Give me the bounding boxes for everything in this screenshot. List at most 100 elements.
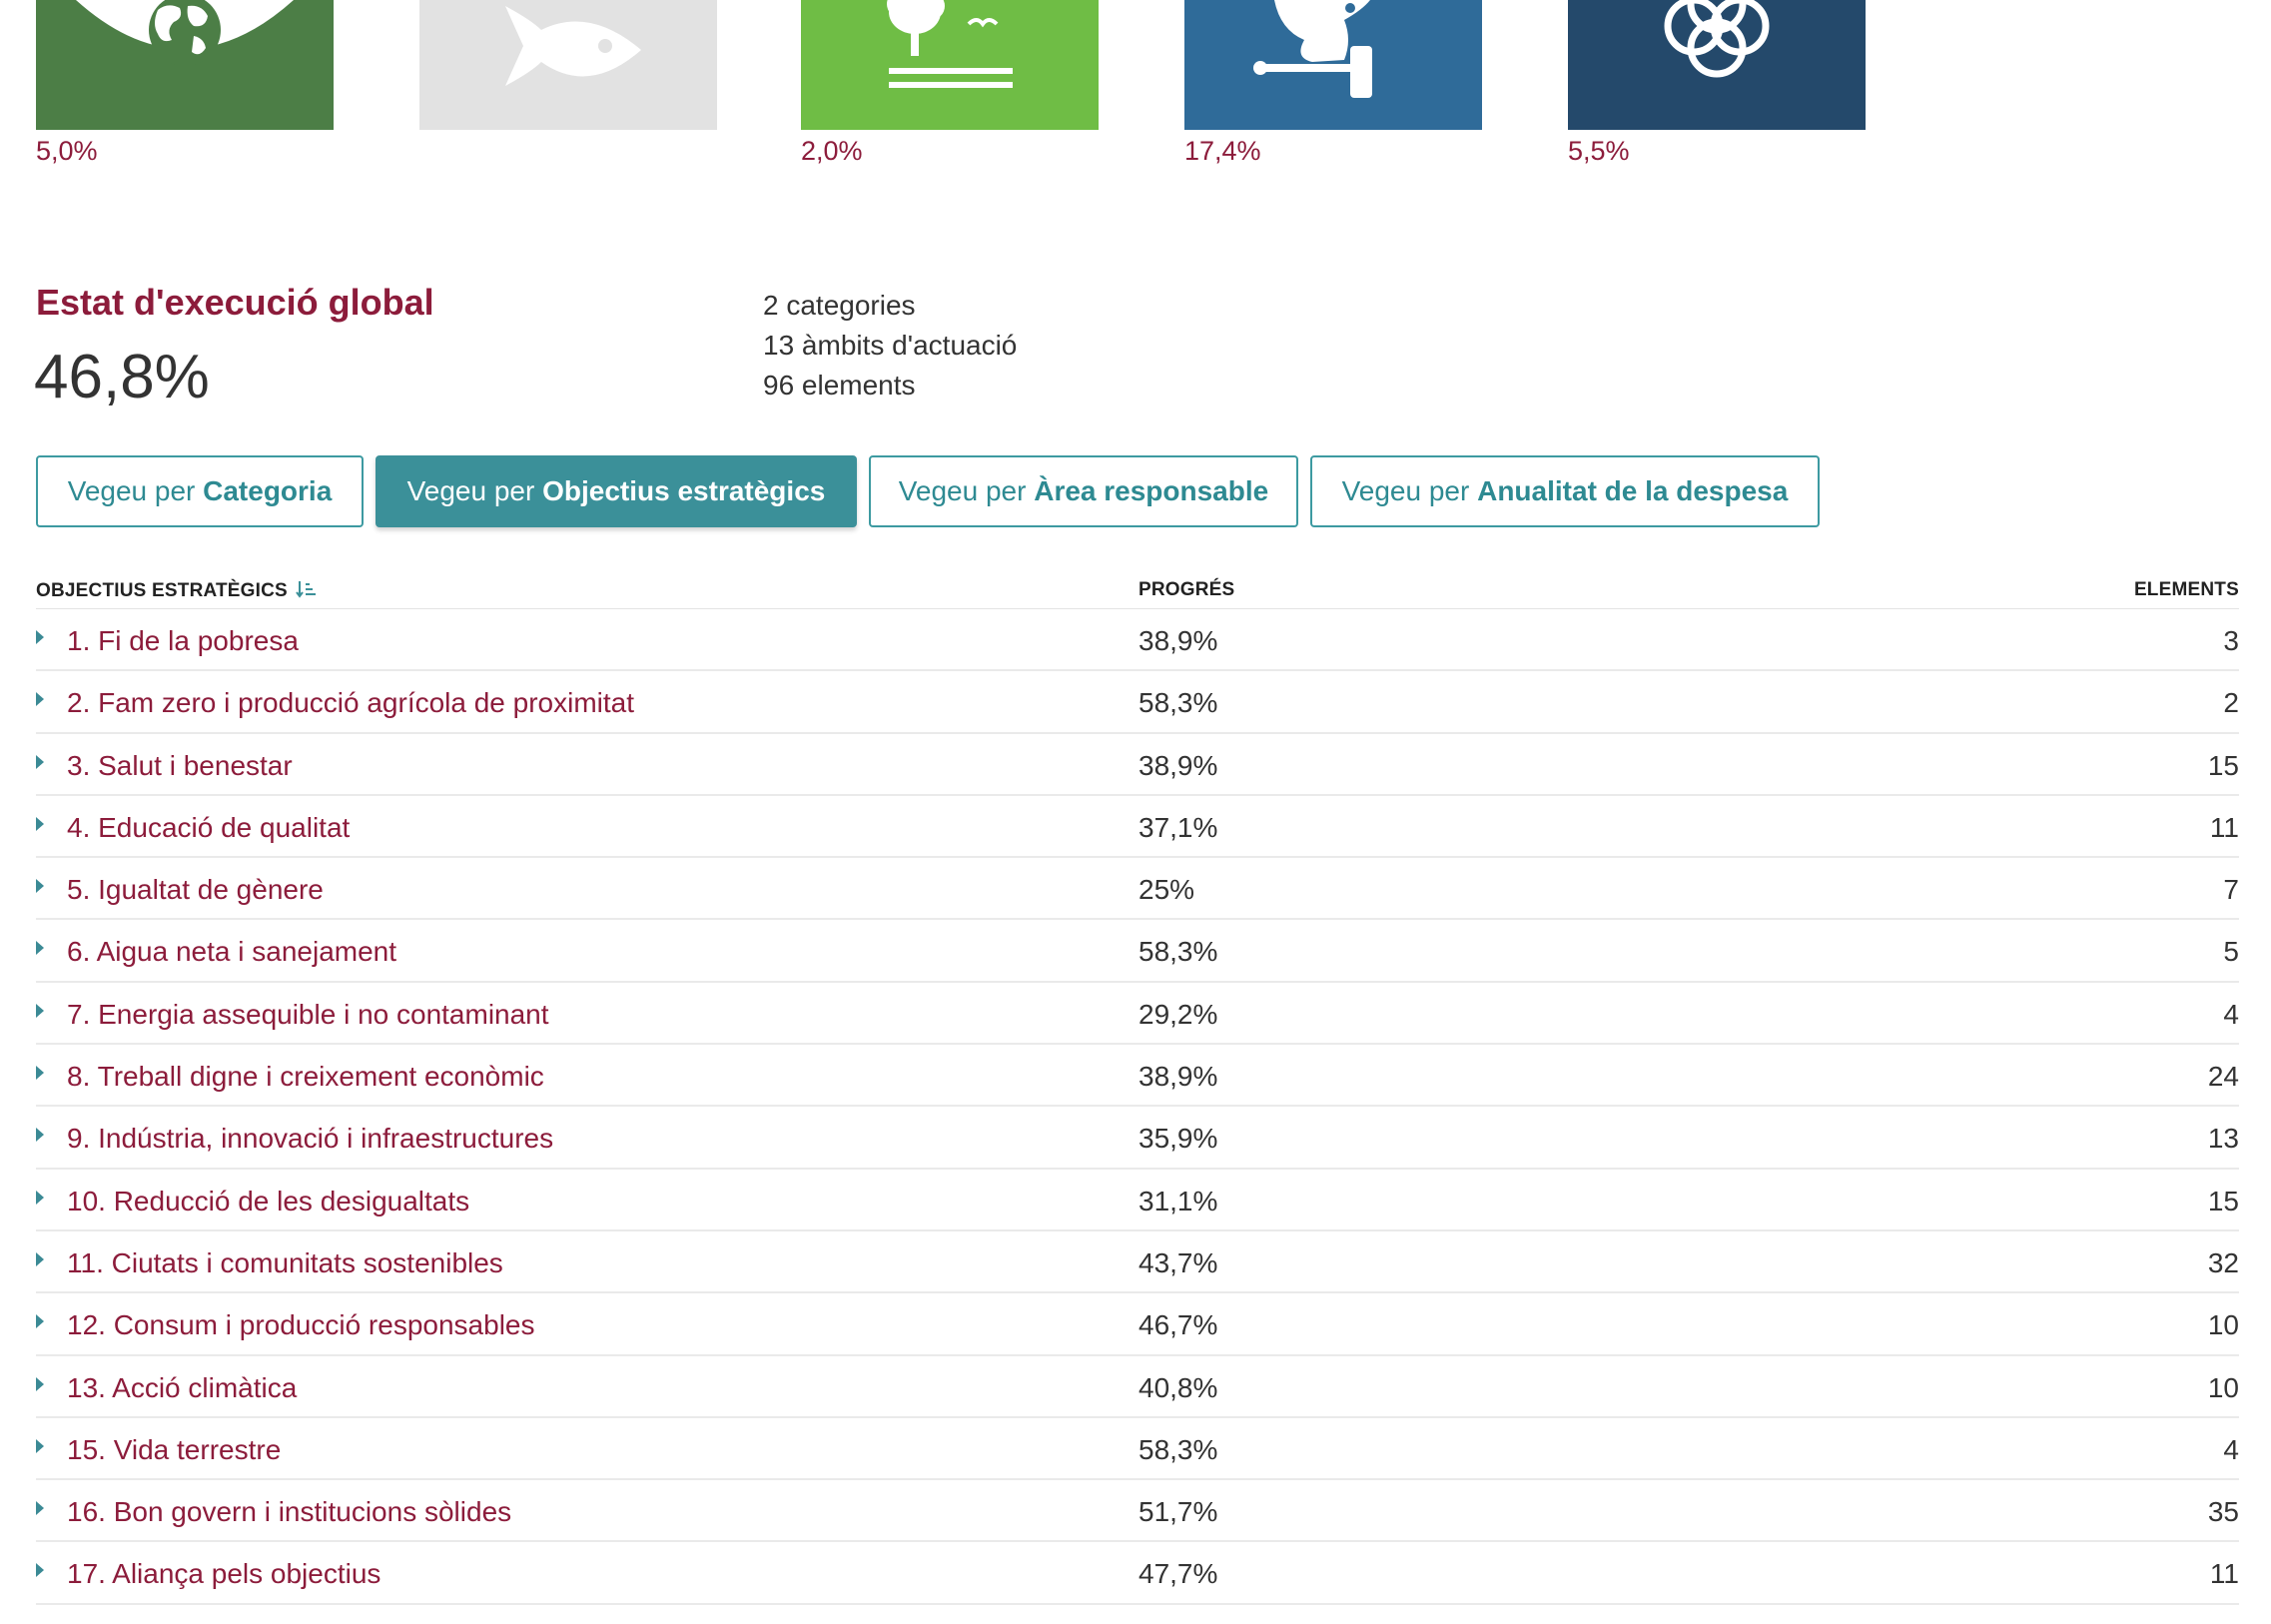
- expand-caret-icon[interactable]: [36, 1128, 44, 1143]
- objective-name-link[interactable]: 9. Indústria, innovació i infraestructur…: [67, 1123, 553, 1155]
- summary-title: Estat d'execució global: [36, 282, 434, 323]
- button-prefix: Vegeu per: [898, 475, 1035, 506]
- objective-progress: 31,1%: [1138, 1185, 1218, 1217]
- expand-caret-icon[interactable]: [36, 1066, 44, 1081]
- objective-progress: 47,7%: [1138, 1558, 1218, 1590]
- objective-elements-count: 24: [2207, 1061, 2239, 1093]
- objective-elements-count: 3: [2223, 625, 2239, 656]
- table-row[interactable]: 4. Educació de qualitat 37,1% 11: [36, 796, 2239, 859]
- expand-caret-icon[interactable]: [36, 879, 44, 894]
- objective-name-link[interactable]: 3. Salut i benestar: [67, 750, 293, 782]
- objective-name-link[interactable]: 16. Bon govern i institucions sòlides: [67, 1496, 511, 1528]
- expand-caret-icon[interactable]: [36, 754, 44, 769]
- view-by-category-button[interactable]: Vegeu per Categoria: [36, 455, 364, 527]
- table-row[interactable]: 5. Igualtat de gènere 25% 7: [36, 858, 2239, 921]
- expand-caret-icon[interactable]: [36, 941, 44, 956]
- objective-name-link[interactable]: 17. Aliança pels objectius: [67, 1558, 380, 1590]
- table-row[interactable]: 15. Vida terrestre 58,3% 4: [36, 1418, 2239, 1481]
- expand-caret-icon[interactable]: [36, 1190, 44, 1205]
- view-by-strategic-objectives-button[interactable]: Vegeu per Objectius estratègics: [376, 455, 857, 527]
- objective-elements-count: 13: [2207, 1123, 2239, 1155]
- sdg-tile-percent: 17,4%: [1184, 136, 1261, 166]
- table-row[interactable]: 8. Treball digne i creixement econòmic 38…: [36, 1045, 2239, 1108]
- column-header-progress[interactable]: PROGRÉS: [1138, 579, 1234, 601]
- objective-name-link[interactable]: 11. Ciutats i comunitats sostenibles: [67, 1247, 503, 1279]
- sdg-tile-percent: 2,0%: [801, 136, 863, 166]
- table-header: OBJECTIUS ESTRATÈGICS PROGRÉS ELEMENTS: [36, 573, 2239, 609]
- flower-rings-icon: [1568, 0, 1866, 130]
- objective-progress: 35,9%: [1138, 1123, 1218, 1155]
- objective-progress: 37,1%: [1138, 811, 1218, 843]
- objective-name-link[interactable]: 6. Aigua neta i sanejament: [67, 936, 396, 968]
- sdg-tile-eye-globe[interactable]: [36, 0, 334, 130]
- objective-name-link[interactable]: 13. Acció climàtica: [67, 1372, 297, 1404]
- objective-progress: 38,9%: [1138, 625, 1218, 656]
- column-header-elements[interactable]: ELEMENTS: [2134, 579, 2239, 601]
- table-row[interactable]: 1. Fi de la pobresa 38,9% 3: [36, 609, 2239, 672]
- expand-caret-icon[interactable]: [36, 1314, 44, 1329]
- tree-bird-icon: [801, 0, 1099, 130]
- objective-progress: 46,7%: [1138, 1309, 1218, 1341]
- objective-name-link[interactable]: 15. Vida terrestre: [67, 1434, 281, 1466]
- sdg-tile-percent: 5,0%: [36, 136, 98, 166]
- objective-elements-count: 10: [2207, 1309, 2239, 1341]
- expand-caret-icon[interactable]: [36, 630, 44, 644]
- global-progress-value: 46,8%: [34, 343, 210, 411]
- objective-elements-count: 35: [2207, 1496, 2239, 1528]
- objective-name-link[interactable]: 12. Consum i producció responsables: [67, 1309, 534, 1341]
- table-row[interactable]: 2. Fam zero i producció agrícola de prox…: [36, 671, 2239, 734]
- table-row[interactable]: 12. Consum i producció responsables 46,7%…: [36, 1293, 2239, 1356]
- button-prefix: Vegeu per: [406, 475, 543, 506]
- sort-icon[interactable]: [296, 579, 318, 599]
- button-prefix: Vegeu per: [67, 475, 204, 506]
- stat-elements: 96 elements: [763, 370, 916, 401]
- objective-name-link[interactable]: 7. Energia assequible i no contaminant: [67, 999, 549, 1031]
- expand-caret-icon[interactable]: [36, 1563, 44, 1578]
- expand-caret-icon[interactable]: [36, 1501, 44, 1516]
- table-row[interactable]: 10. Reducció de les desigualtats 31,1% 15: [36, 1170, 2239, 1231]
- button-prefix: Vegeu per: [1341, 475, 1478, 506]
- objective-elements-count: 15: [2207, 1185, 2239, 1217]
- view-by-responsible-area-button[interactable]: Vegeu per Àrea responsable: [869, 455, 1298, 527]
- objective-elements-count: 4: [2223, 1433, 2239, 1465]
- objective-progress: 25%: [1138, 874, 1195, 906]
- table-row[interactable]: 7. Energia assequible i no contaminant 29…: [36, 983, 2239, 1046]
- objective-elements-count: 7: [2223, 874, 2239, 906]
- table-row[interactable]: 13. Acció climàtica 40,8% 10: [36, 1356, 2239, 1418]
- objective-name-link[interactable]: 8. Treball digne i creixement econòmic: [67, 1061, 544, 1093]
- expand-caret-icon[interactable]: [36, 692, 44, 707]
- objectives-table: OBJECTIUS ESTRATÈGICS PROGRÉS ELEMENTS 1…: [36, 573, 2239, 1605]
- expand-caret-icon[interactable]: [36, 1003, 44, 1018]
- sdg-tile-percent: 5,5%: [1568, 136, 1630, 166]
- expand-caret-icon[interactable]: [36, 1376, 44, 1391]
- expand-caret-icon[interactable]: [36, 1438, 44, 1453]
- objective-progress: 38,9%: [1138, 749, 1218, 781]
- table-row[interactable]: 9. Indústria, innovació i infraestructur…: [36, 1107, 2239, 1170]
- objective-name-link[interactable]: 4. Educació de qualitat: [67, 812, 350, 844]
- objective-name-link[interactable]: 1. Fi de la pobresa: [67, 625, 299, 657]
- sdg-tile-fish[interactable]: [419, 0, 717, 130]
- objective-progress: 58,3%: [1138, 687, 1218, 719]
- objective-elements-count: 4: [2223, 998, 2239, 1030]
- column-header-label: OBJECTIUS ESTRATÈGICS: [36, 580, 288, 601]
- objective-name-link[interactable]: 2. Fam zero i producció agrícola de prox…: [67, 687, 634, 719]
- table-row[interactable]: 6. Aigua neta i sanejament 58,3% 5: [36, 920, 2239, 983]
- view-by-expense-year-button[interactable]: Vegeu per Anualitat de la despesa: [1310, 455, 1820, 527]
- objective-elements-count: 5: [2223, 936, 2239, 968]
- expand-caret-icon[interactable]: [36, 1251, 44, 1266]
- expand-caret-icon[interactable]: [36, 816, 44, 831]
- table-row[interactable]: 16. Bon govern i institucions sòlides 51,…: [36, 1480, 2239, 1543]
- objective-progress: 58,3%: [1138, 936, 1218, 968]
- sdg-tile-flower-rings[interactable]: [1568, 0, 1866, 130]
- sdg-tile-dove-gavel[interactable]: [1184, 0, 1482, 130]
- sdg-tile-tree-bird[interactable]: [801, 0, 1099, 130]
- table-row[interactable]: 17. Aliança pels objectius 47,7% 11: [36, 1542, 2239, 1605]
- column-header-objectives[interactable]: OBJECTIUS ESTRATÈGICS: [36, 579, 318, 602]
- dove-gavel-icon: [1184, 0, 1482, 130]
- eye-globe-icon: [36, 0, 334, 130]
- objective-name-link[interactable]: 5. Igualtat de gènere: [67, 874, 324, 906]
- table-row[interactable]: 11. Ciutats i comunitats sostenibles 43,7…: [36, 1231, 2239, 1294]
- objective-name-link[interactable]: 10. Reducció de les desigualtats: [67, 1186, 469, 1218]
- table-row[interactable]: 3. Salut i benestar 38,9% 15: [36, 734, 2239, 796]
- objective-elements-count: 11: [2209, 1558, 2239, 1590]
